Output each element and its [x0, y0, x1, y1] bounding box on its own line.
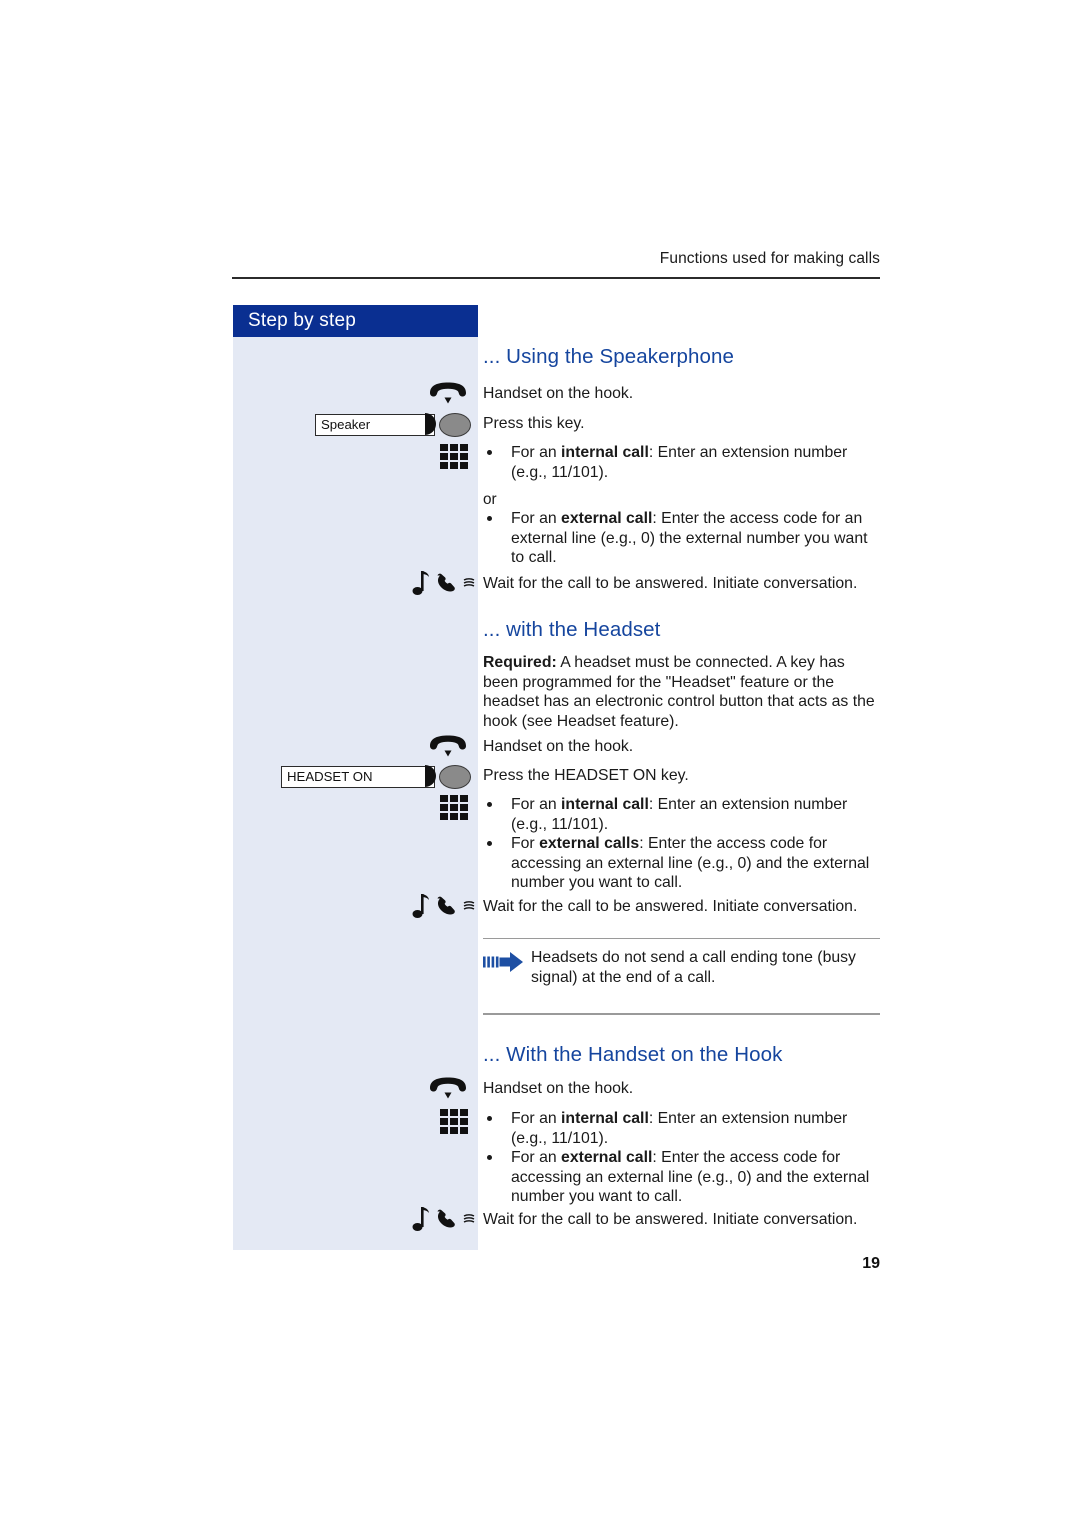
sidebar-title: Step by step [233, 305, 478, 337]
bullet-dot [487, 450, 492, 455]
bullet-bold: external call [561, 1149, 653, 1166]
step-text-handset-on-hook-1: Handset on the hook. [483, 385, 634, 402]
bullet-prefix: For an [511, 1149, 562, 1166]
list-item: For an internal call: Enter an extension… [483, 1109, 883, 1148]
keypad-icon [440, 795, 468, 821]
headset-on-key[interactable]: HEADSET ON [281, 765, 471, 789]
bullet-prefix: For an [511, 510, 562, 527]
bullet-dot [487, 1116, 492, 1121]
step-text-handset-on-hook-2: Handset on the hook. [483, 738, 634, 755]
headset-required-paragraph: Required: A headset must be connected. A… [483, 653, 883, 731]
ringing-handset-icon [411, 1205, 481, 1240]
list-item: For an internal call: Enter an extension… [483, 443, 883, 482]
speaker-key[interactable]: Speaker [315, 413, 471, 437]
bullet-dot [487, 802, 492, 807]
section-heading-speakerphone: ... Using the Speakerphone [483, 345, 735, 368]
ringing-handset-icon [411, 892, 481, 927]
speaker-key-label: Speaker [315, 413, 436, 436]
ringing-handset-icon [411, 569, 481, 604]
speaker-key-button[interactable] [439, 413, 471, 437]
keypad-icon [440, 444, 468, 470]
bullet-bold: internal call [561, 1110, 649, 1127]
keypad-icon [440, 1109, 468, 1135]
list-item: For external calls: Enter the access cod… [483, 834, 883, 893]
step-text-press-this-key: Press this key. [483, 415, 585, 432]
list-item: For an external call: Enter the access c… [483, 509, 883, 568]
running-head: Functions used for making calls [659, 250, 880, 267]
section-heading-headset: ... with the Headset [483, 618, 661, 641]
bullet-list-headset: For an internal call: Enter an extension… [483, 795, 883, 893]
headset-on-key-button[interactable] [439, 765, 471, 789]
bullet-list-speakerphone-internal: For an internal call: Enter an extension… [483, 443, 883, 482]
bullet-prefix: For an [511, 796, 562, 813]
bullet-dot [487, 1155, 492, 1160]
handset-on-hook-icon [428, 382, 468, 411]
section-heading-handset-on-hook: ... With the Handset on the Hook [483, 1043, 783, 1066]
bullet-prefix: For [511, 835, 540, 852]
required-label: Required: [483, 654, 557, 671]
note-bottom-rule [483, 1013, 880, 1015]
bullet-list-handset-on-hook: For an internal call: Enter an extension… [483, 1109, 883, 1207]
step-text-wait-for-call-1: Wait for the call to be answered. Initia… [483, 575, 858, 592]
bullet-prefix: For an [511, 1110, 562, 1127]
bullet-bold: external call [561, 510, 653, 527]
list-item: For an external call: Enter the access c… [483, 1148, 883, 1207]
headset-on-key-label: HEADSET ON [281, 765, 436, 788]
step-text-wait-for-call-2: Wait for the call to be answered. Initia… [483, 898, 858, 915]
step-text-press-headset-on-key: Press the HEADSET ON key. [483, 767, 689, 784]
note-box: Headsets do not send a call ending tone … [483, 938, 880, 1015]
bullet-prefix: For an [511, 444, 562, 461]
bullet-bold: internal call [561, 796, 649, 813]
or-label-speakerphone: or [483, 491, 497, 508]
page-number: 19 [862, 1255, 880, 1272]
step-text-handset-on-hook-3: Handset on the hook. [483, 1080, 634, 1097]
bullet-dot [487, 841, 492, 846]
handset-on-hook-icon [428, 735, 468, 764]
header-rule [232, 277, 880, 279]
handset-on-hook-icon [428, 1077, 468, 1106]
note-text: Headsets do not send a call ending tone … [531, 949, 856, 986]
document-page: Functions used for making calls Step by … [0, 0, 1080, 1528]
bullet-dot [487, 516, 492, 521]
bullet-bold: external calls [539, 835, 640, 852]
list-item: For an internal call: Enter an extension… [483, 795, 883, 834]
bullet-list-speakerphone-external: For an external call: Enter the access c… [483, 509, 883, 568]
note-arrow-icon [483, 948, 531, 978]
bullet-bold: internal call [561, 444, 649, 461]
step-text-wait-for-call-3: Wait for the call to be answered. Initia… [483, 1211, 858, 1228]
